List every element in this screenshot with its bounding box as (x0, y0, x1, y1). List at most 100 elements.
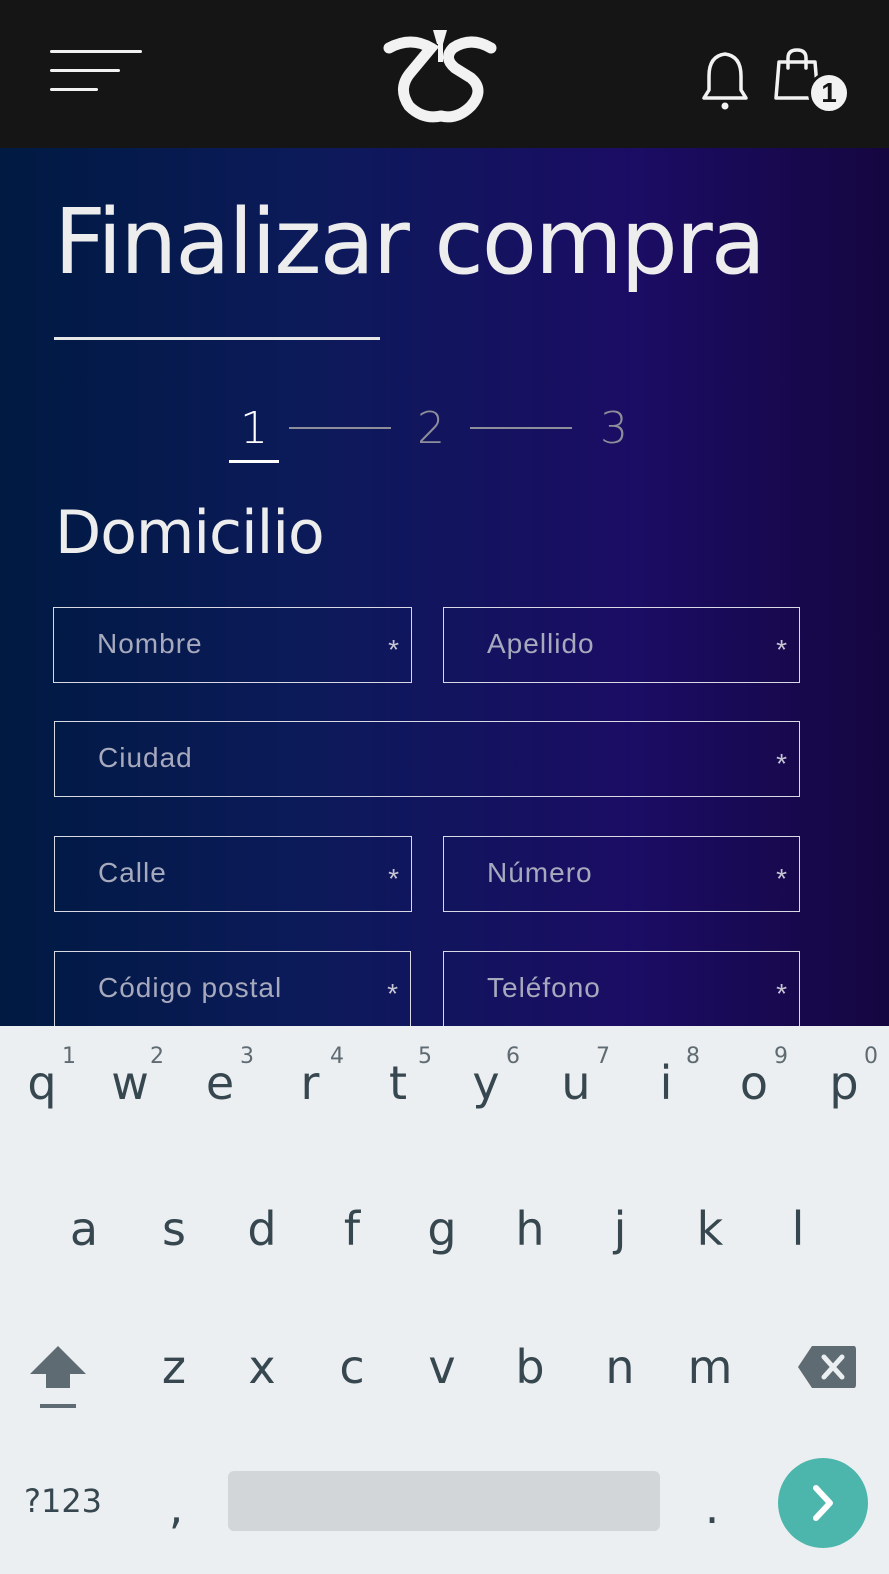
required-marker: * (387, 978, 398, 1009)
required-marker: * (776, 863, 787, 894)
key-char: z (161, 1340, 187, 1394)
numero-field[interactable]: Número * (443, 836, 800, 912)
cart-count-badge: 1 (808, 72, 850, 114)
key-e[interactable]: 3 e (194, 1044, 254, 1110)
symbols-key[interactable]: ?123 (18, 1482, 108, 1520)
nombre-field[interactable]: Nombre * (53, 607, 412, 683)
key-char: , (168, 1480, 184, 1534)
key-hint: 9 (774, 1044, 788, 1069)
required-marker: * (776, 748, 787, 779)
key-hint: 6 (506, 1044, 520, 1069)
key-char: i (659, 1056, 673, 1110)
key-m[interactable]: m (684, 1340, 736, 1394)
key-a[interactable]: a (58, 1202, 110, 1256)
key-u[interactable]: 7 u (550, 1044, 610, 1110)
key-hint: 8 (686, 1044, 700, 1069)
key-hint: 7 (596, 1044, 610, 1069)
key-hint: 5 (418, 1044, 432, 1069)
step-2[interactable]: 2 (405, 403, 457, 454)
go-button[interactable] (778, 1458, 868, 1548)
key-x[interactable]: x (236, 1340, 288, 1394)
key-g[interactable]: g (416, 1202, 468, 1256)
key-char: o (739, 1056, 769, 1110)
ciudad-field[interactable]: Ciudad * (54, 721, 800, 797)
key-z[interactable]: z (148, 1340, 200, 1394)
key-l[interactable]: l (772, 1202, 824, 1256)
required-marker: * (776, 978, 787, 1009)
step-connector (289, 427, 391, 429)
key-char: u (561, 1056, 591, 1110)
key-char: f (343, 1202, 361, 1256)
key-char: c (339, 1340, 365, 1394)
checkout-panel: Finalizar compra 1 2 3 Domicilio Nombre … (0, 148, 889, 1027)
key-char: y (472, 1056, 500, 1110)
key-hint: 3 (240, 1044, 254, 1069)
space-bar[interactable] (228, 1471, 660, 1531)
section-title: Domicilio (55, 498, 325, 568)
checkout-stepper: 1 2 3 (0, 403, 889, 463)
active-step-underline (229, 460, 279, 463)
step-3[interactable]: 3 (588, 403, 640, 454)
required-marker: * (388, 634, 399, 665)
key-char: k (696, 1202, 724, 1256)
apellido-field[interactable]: Apellido * (443, 607, 800, 683)
key-t[interactable]: 5 t (372, 1044, 432, 1110)
key-hint: 2 (150, 1044, 164, 1069)
key-k[interactable]: k (684, 1202, 736, 1256)
key-char: q (27, 1056, 57, 1110)
hamburger-menu-icon[interactable] (50, 48, 144, 96)
key-p[interactable]: 0 p (818, 1044, 878, 1110)
comma-key[interactable]: , (150, 1480, 202, 1534)
required-marker: * (388, 863, 399, 894)
key-q[interactable]: 1 q (16, 1044, 76, 1110)
chevron-right-icon (813, 1485, 833, 1521)
key-j[interactable]: j (594, 1202, 646, 1256)
key-hint: 0 (864, 1044, 878, 1069)
key-char: s (162, 1202, 186, 1256)
key-char: x (248, 1340, 276, 1394)
app-header: 1 (0, 0, 889, 148)
brand-logo-icon[interactable] (383, 28, 497, 124)
key-char: j (613, 1202, 627, 1256)
key-r[interactable]: 4 r (284, 1044, 344, 1110)
key-n[interactable]: n (594, 1340, 646, 1394)
bell-icon[interactable] (700, 48, 750, 112)
key-char: m (687, 1340, 733, 1394)
key-f[interactable]: f (326, 1202, 378, 1256)
calle-field[interactable]: Calle * (54, 836, 412, 912)
key-w[interactable]: 2 w (104, 1044, 164, 1110)
step-1[interactable]: 1 (228, 403, 280, 454)
key-char: a (69, 1202, 99, 1256)
telefono-placeholder: Teléfono (487, 972, 601, 1003)
shift-arrow-icon[interactable] (28, 1342, 88, 1414)
numero-placeholder: Número (487, 857, 593, 888)
key-hint: 1 (62, 1044, 76, 1069)
key-char: . (704, 1480, 720, 1534)
telefono-field[interactable]: Teléfono * (443, 951, 800, 1027)
key-char: h (515, 1202, 545, 1256)
cart-button[interactable]: 1 (774, 46, 854, 118)
key-o[interactable]: 9 o (728, 1044, 788, 1110)
key-h[interactable]: h (504, 1202, 556, 1256)
apellido-placeholder: Apellido (487, 628, 595, 659)
calle-placeholder: Calle (98, 857, 167, 888)
key-c[interactable]: c (326, 1340, 378, 1394)
ciudad-placeholder: Ciudad (98, 742, 193, 773)
soft-keyboard: 1 q 2 w 3 e 4 r 5 t 6 y 7 u 8 i 9 o 0 p … (0, 1026, 889, 1574)
key-char: b (515, 1340, 545, 1394)
backspace-icon[interactable] (796, 1344, 858, 1390)
step-connector (470, 427, 572, 429)
nombre-placeholder: Nombre (97, 628, 203, 659)
key-i[interactable]: 8 i (640, 1044, 700, 1110)
key-y[interactable]: 6 y (460, 1044, 520, 1110)
required-marker: * (776, 634, 787, 665)
key-char: l (791, 1202, 805, 1256)
key-d[interactable]: d (236, 1202, 288, 1256)
codigo-postal-field[interactable]: Código postal * (54, 951, 411, 1027)
period-key[interactable]: . (686, 1480, 738, 1534)
key-char: r (300, 1056, 320, 1110)
key-b[interactable]: b (504, 1340, 556, 1394)
key-char: d (247, 1202, 277, 1256)
key-s[interactable]: s (148, 1202, 200, 1256)
key-v[interactable]: v (416, 1340, 468, 1394)
